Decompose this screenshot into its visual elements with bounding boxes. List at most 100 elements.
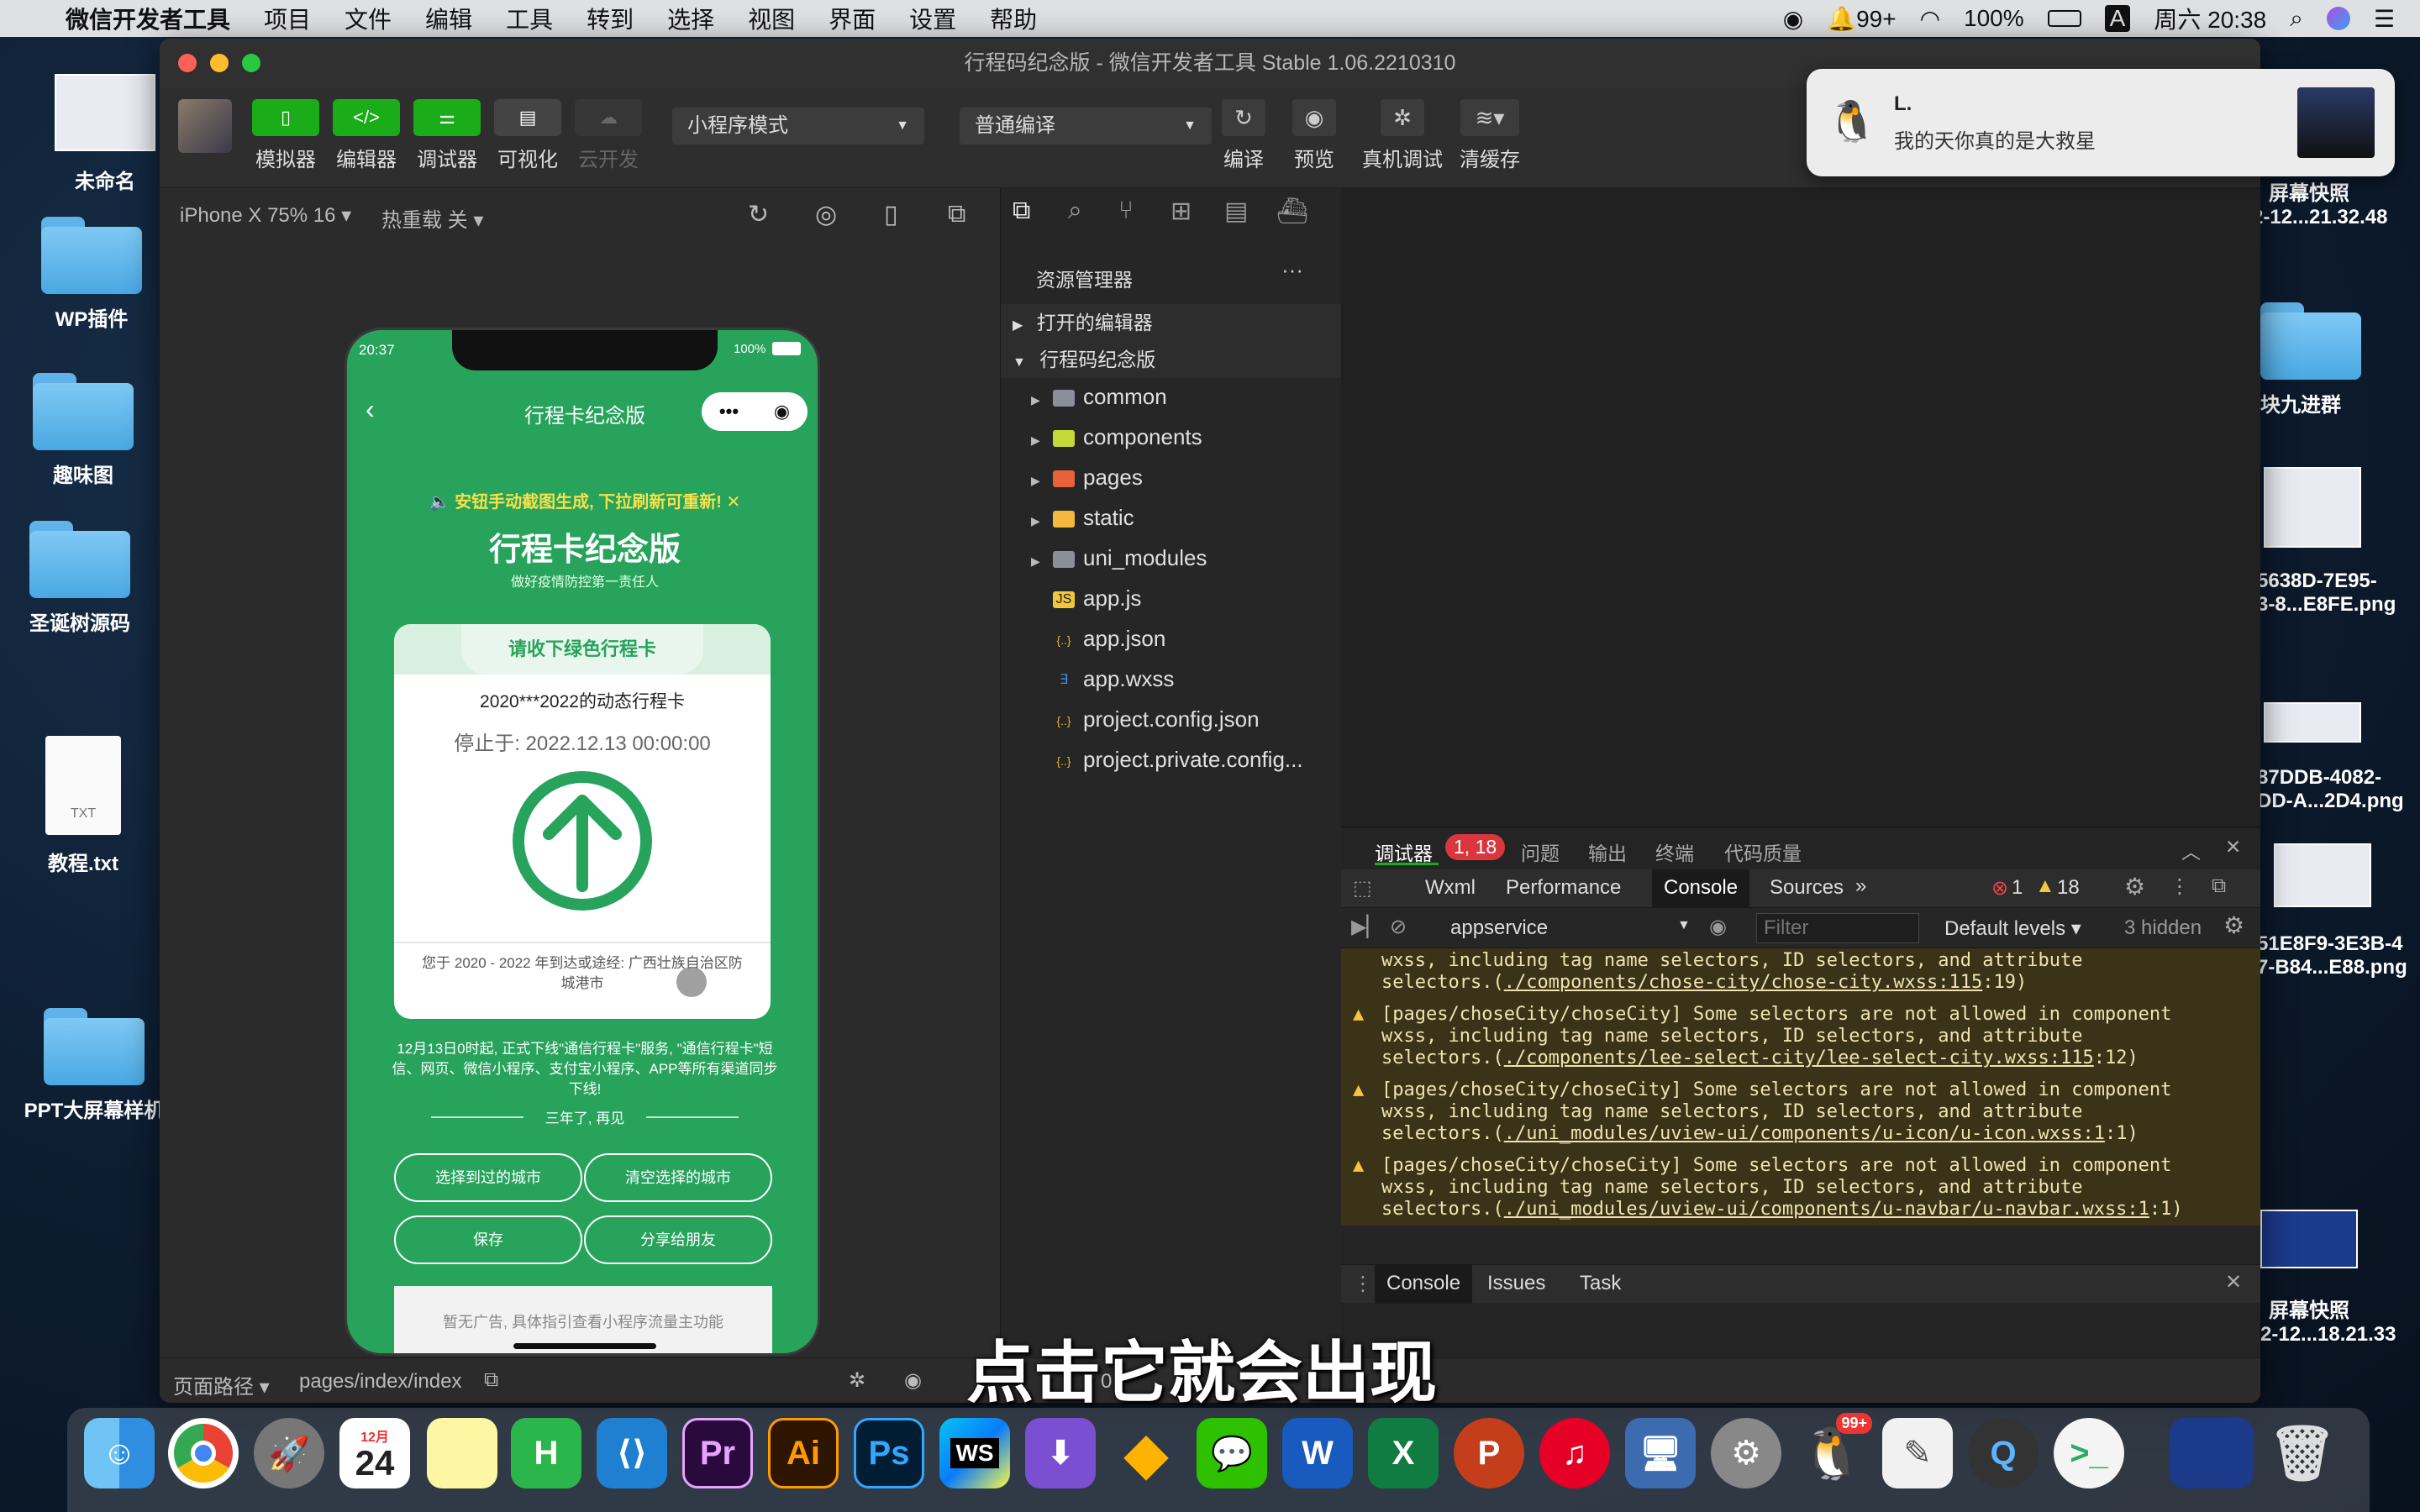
rotate-icon[interactable]: ↻: [748, 200, 769, 229]
wechat-icon[interactable]: 💬: [1197, 1418, 1267, 1488]
minimize-window-button[interactable]: [210, 54, 229, 72]
file-tree-item[interactable]: ▶ uni_modules: [1001, 539, 1342, 576]
source-link[interactable]: ./uni_modules/uview-ui/components/u-icon…: [1504, 1123, 2105, 1144]
drawer-tab-issues[interactable]: Issues: [1487, 1272, 1545, 1295]
powerpoint-icon[interactable]: P: [1454, 1418, 1524, 1488]
open-editors-section[interactable]: ▶ 打开的编辑器: [1001, 304, 1342, 341]
console-warning-entry[interactable]: ▲[pages/choseCity/choseCity] Some select…: [1341, 948, 2260, 1000]
screen-sharing-icon[interactable]: 🖥: [1625, 1418, 1696, 1488]
desktop-icon-png-2[interactable]: 87DDB-4082- DD-A...2D4.png: [2257, 702, 2420, 813]
save-button[interactable]: 保存: [394, 1215, 582, 1264]
photoshop-icon[interactable]: Ps: [854, 1418, 924, 1488]
compile-select[interactable]: 普通编译 ▼: [960, 108, 1212, 144]
copy-icon[interactable]: ⧉: [484, 1368, 498, 1392]
chevron-up-icon[interactable]: ︿: [2181, 836, 2201, 864]
tab-code-quality[interactable]: 代码质量: [1724, 837, 1802, 866]
menu-help[interactable]: 帮助: [990, 2, 1037, 35]
inspect-icon[interactable]: ⬚: [1353, 876, 1372, 900]
hot-reload-select[interactable]: 热重载 关 ▾: [381, 203, 483, 233]
webstorm-icon[interactable]: WS: [939, 1418, 1010, 1488]
spotlight-icon[interactable]: ⌕: [2290, 5, 2303, 33]
menu-project[interactable]: 项目: [264, 2, 311, 35]
input-method[interactable]: A: [2104, 5, 2131, 32]
wifi-icon[interactable]: ◠: [1920, 5, 1940, 33]
files-icon[interactable]: ⧉: [1013, 197, 1030, 225]
siri-icon[interactable]: [2326, 7, 2350, 30]
more-dots-icon[interactable]: •••: [719, 401, 739, 423]
docker-icon[interactable]: ⛴: [1276, 197, 1308, 226]
file-tree-item[interactable]: ▶ pages: [1001, 459, 1342, 496]
desktop-icon-xmas-source[interactable]: 圣诞树源码: [8, 521, 151, 636]
compile-button[interactable]: ↻ 编译: [1210, 99, 1277, 172]
gear-icon[interactable]: ⚙: [2124, 873, 2145, 900]
system-preferences-icon[interactable]: ⚙: [1711, 1418, 1781, 1488]
undock-icon[interactable]: ⧉: [2212, 874, 2226, 898]
more-panels-button[interactable]: »: [1855, 874, 1866, 898]
notes-icon[interactable]: [427, 1418, 497, 1488]
editor-button[interactable]: </> 编辑器: [324, 99, 408, 172]
close-panel-icon[interactable]: ✕: [2225, 836, 2241, 858]
source-link[interactable]: ./uni_modules/uview-ui/components/u-navb…: [1504, 1199, 2149, 1220]
chrome-icon[interactable]: [168, 1418, 239, 1488]
screenshot-preview-icon[interactable]: [2170, 1418, 2254, 1488]
file-tree-item[interactable]: {..} project.private.config...: [1001, 741, 1342, 778]
console-warning-entry[interactable]: ▲[pages/choseCity/choseCity] Some select…: [1341, 999, 2260, 1075]
bug-status-icon[interactable]: ✲: [849, 1368, 865, 1393]
panel-wxml[interactable]: Wxml: [1425, 876, 1476, 900]
capsule-menu[interactable]: ••• ◉: [702, 392, 808, 431]
desktop-icon-untitled[interactable]: 未命名: [34, 74, 176, 194]
warning-count[interactable]: 18: [2057, 876, 2080, 900]
file-tree-item[interactable]: ▶ static: [1001, 499, 1342, 536]
calendar-icon[interactable]: 12月 24: [339, 1418, 410, 1488]
console-warning-entry[interactable]: ▲[pages/choseCity/choseCity] Some select…: [1341, 1150, 2260, 1226]
desktop-icon-png-1[interactable]: 5638D-7E95- 3-8...E8FE.png: [2257, 467, 2420, 617]
share-button[interactable]: 分享给朋友: [584, 1215, 772, 1264]
close-window-button[interactable]: [178, 54, 197, 72]
real-device-debug-button[interactable]: ✲ 真机调试: [1356, 99, 1449, 172]
control-center-icon[interactable]: ☰: [2374, 5, 2395, 33]
extensions-icon[interactable]: ⊞: [1171, 197, 1192, 226]
menu-edit[interactable]: 编辑: [425, 2, 472, 35]
file-tree-item[interactable]: ∃ app.wxss: [1001, 660, 1342, 697]
quicktime-icon[interactable]: Q: [1968, 1418, 2039, 1488]
battery-percent[interactable]: 100%: [1964, 5, 2024, 32]
clear-cities-button[interactable]: 清空选择的城市: [584, 1153, 772, 1202]
console-prompt[interactable]: ›: [1353, 1215, 1360, 1226]
desktop-icon-ppt-mockup[interactable]: PPT大屏幕样机: [18, 1008, 170, 1123]
phone-frame-icon[interactable]: ▯: [884, 200, 898, 229]
word-icon[interactable]: W: [1282, 1418, 1353, 1488]
menu-view[interactable]: 视图: [748, 2, 795, 35]
git-icon[interactable]: ⑂: [1118, 197, 1134, 225]
preview-button[interactable]: ◉ 预览: [1281, 99, 1348, 172]
file-tree-item[interactable]: JS app.js: [1001, 580, 1342, 617]
explorer-more-button[interactable]: ···: [1281, 257, 1303, 283]
premiere-icon[interactable]: Pr: [682, 1418, 753, 1488]
desktop-icon-screenshot-1[interactable]: 屏幕快照 2-12...21.32.48: [2252, 176, 2420, 229]
record-icon[interactable]: ◉: [1783, 5, 1803, 33]
menu-app-name[interactable]: 微信开发者工具: [66, 2, 230, 35]
textedit-icon[interactable]: ✎: [1882, 1418, 1953, 1488]
drawer-menu-icon[interactable]: ⋮: [1353, 1272, 1373, 1296]
console-warning-entry[interactable]: ▲[pages/choseCity/choseCity] Some select…: [1341, 1074, 2260, 1151]
stop-icon[interactable]: ◎: [815, 200, 837, 229]
detach-icon[interactable]: ⧉: [948, 200, 965, 228]
visual-button[interactable]: ▤ 可视化: [486, 99, 570, 172]
trash-icon[interactable]: 🗑: [2267, 1418, 2338, 1488]
hbuilder-icon[interactable]: H: [511, 1418, 581, 1488]
downie-icon[interactable]: ⬇: [1025, 1418, 1096, 1488]
drawer-tab-console[interactable]: Console: [1375, 1265, 1473, 1304]
menu-goto[interactable]: 转到: [587, 2, 634, 35]
mode-select[interactable]: 小程序模式 ▼: [672, 108, 924, 144]
desktop-icon-wp-plugin[interactable]: WP插件: [20, 217, 163, 332]
launchpad-icon[interactable]: 🚀: [254, 1418, 324, 1488]
tab-output[interactable]: 输出: [1588, 837, 1627, 866]
select-cities-button[interactable]: 选择到过的城市: [394, 1153, 582, 1202]
desktop-icon-group[interactable]: 块九进群: [2260, 302, 2420, 417]
user-avatar[interactable]: [178, 99, 232, 153]
simulator-button[interactable]: ▯ 模拟器: [244, 99, 328, 172]
netease-music-icon[interactable]: ♫: [1539, 1418, 1610, 1488]
file-tree-item[interactable]: ▶ common: [1001, 378, 1342, 415]
sidebar-toggle-icon[interactable]: ▶▏: [1351, 915, 1382, 939]
device-select[interactable]: iPhone X 75% 16 ▾: [180, 203, 351, 228]
menu-file[interactable]: 文件: [345, 2, 392, 35]
